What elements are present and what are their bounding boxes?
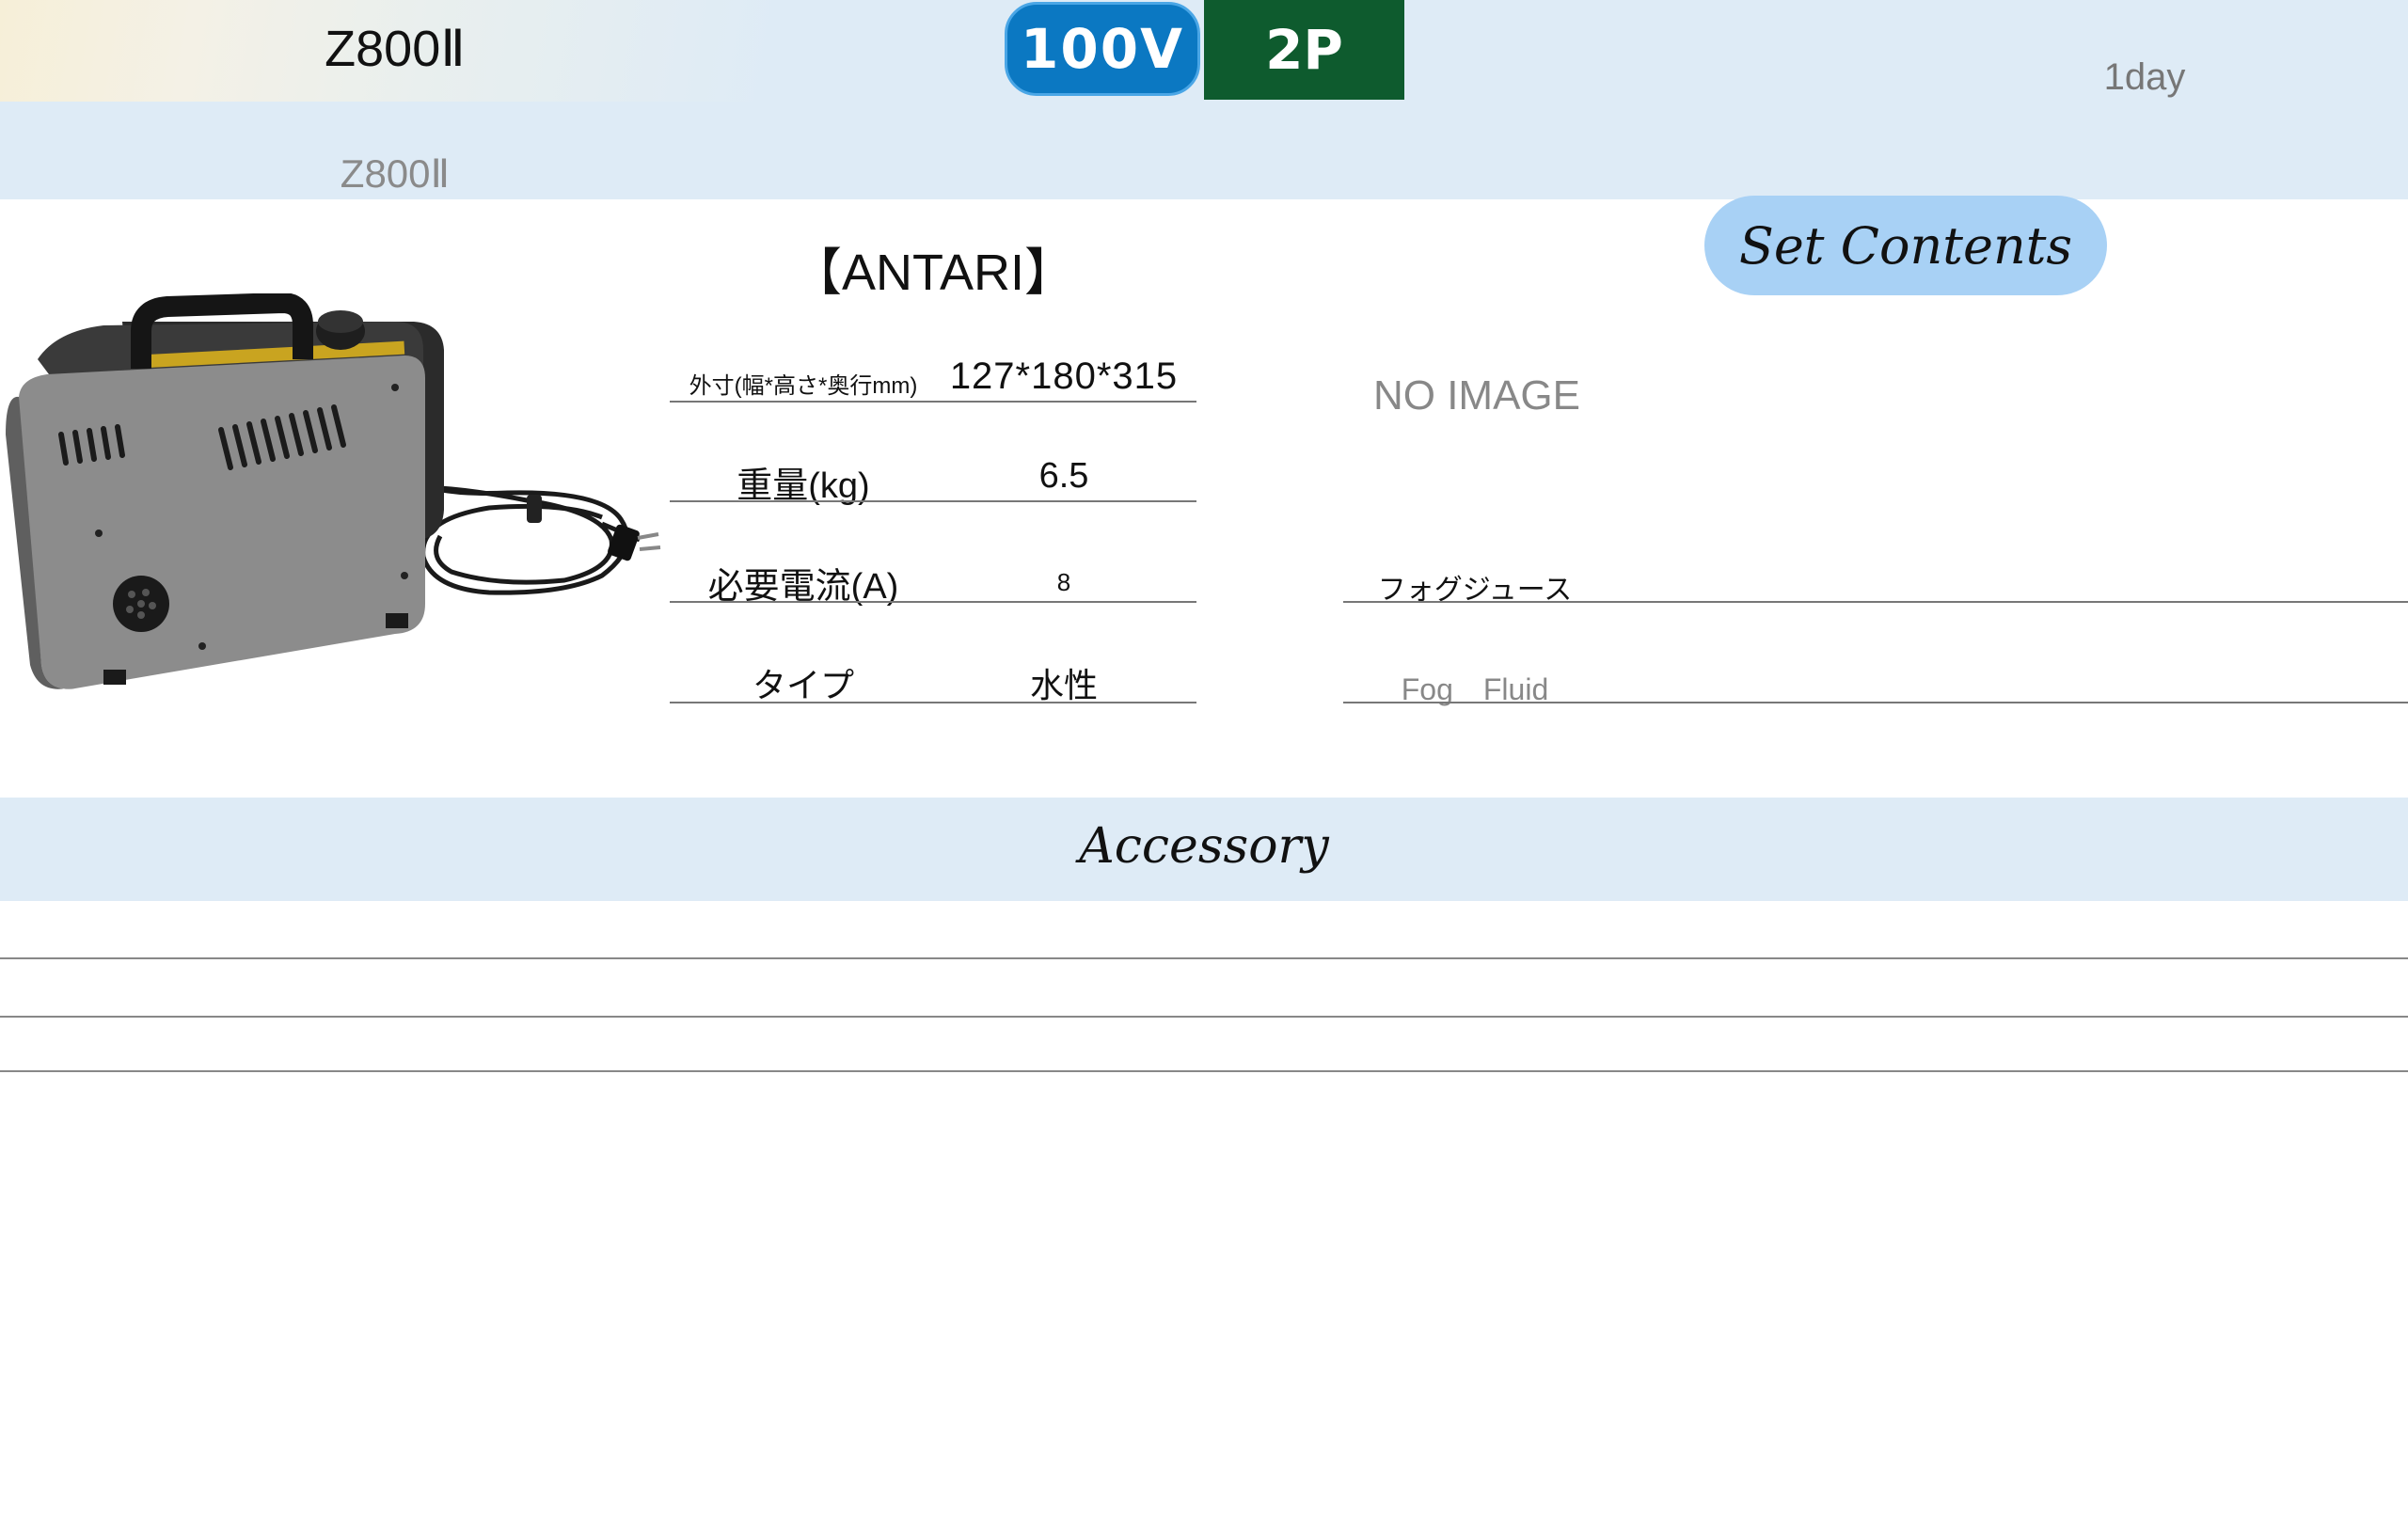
product-subtitle: Z800Ⅱ [340, 151, 451, 196]
plug-badge: 2P [1204, 0, 1404, 100]
spec-divider [670, 702, 1196, 703]
brand-name: 【ANTARI】 [790, 245, 1075, 301]
set-contents-heading: Set Contents [1704, 196, 2107, 295]
spec-value-current: 8 [1056, 568, 1071, 596]
spec-divider [670, 401, 1196, 403]
set-divider [1343, 601, 2408, 603]
spec-label-type: タイプ [752, 666, 854, 704]
product-title: Z800Ⅱ [325, 21, 466, 77]
rental-period: 1day [2103, 56, 2186, 98]
set-divider [1343, 702, 2408, 703]
no-image-placeholder: NO IMAGE [1372, 372, 1581, 419]
spec-label-dimensions: 外寸(幅*高さ*奥行mm) [689, 373, 918, 399]
accessory-row-divider [0, 1070, 2408, 1072]
spec-divider [670, 601, 1196, 603]
voltage-badge: 100V [1005, 2, 1200, 96]
accessory-row-divider [0, 1016, 2408, 1018]
accessory-heading: Accessory [1079, 818, 1329, 875]
spec-divider [670, 500, 1196, 502]
spec-value-dimensions: 127*180*315 [949, 356, 1179, 397]
power-cord [412, 479, 641, 595]
spec-value-type: 水性 [1029, 666, 1098, 704]
spec-value-weight: 6.5 [1038, 456, 1089, 496]
accessory-row-divider [0, 957, 2408, 959]
product-image [6, 293, 661, 689]
